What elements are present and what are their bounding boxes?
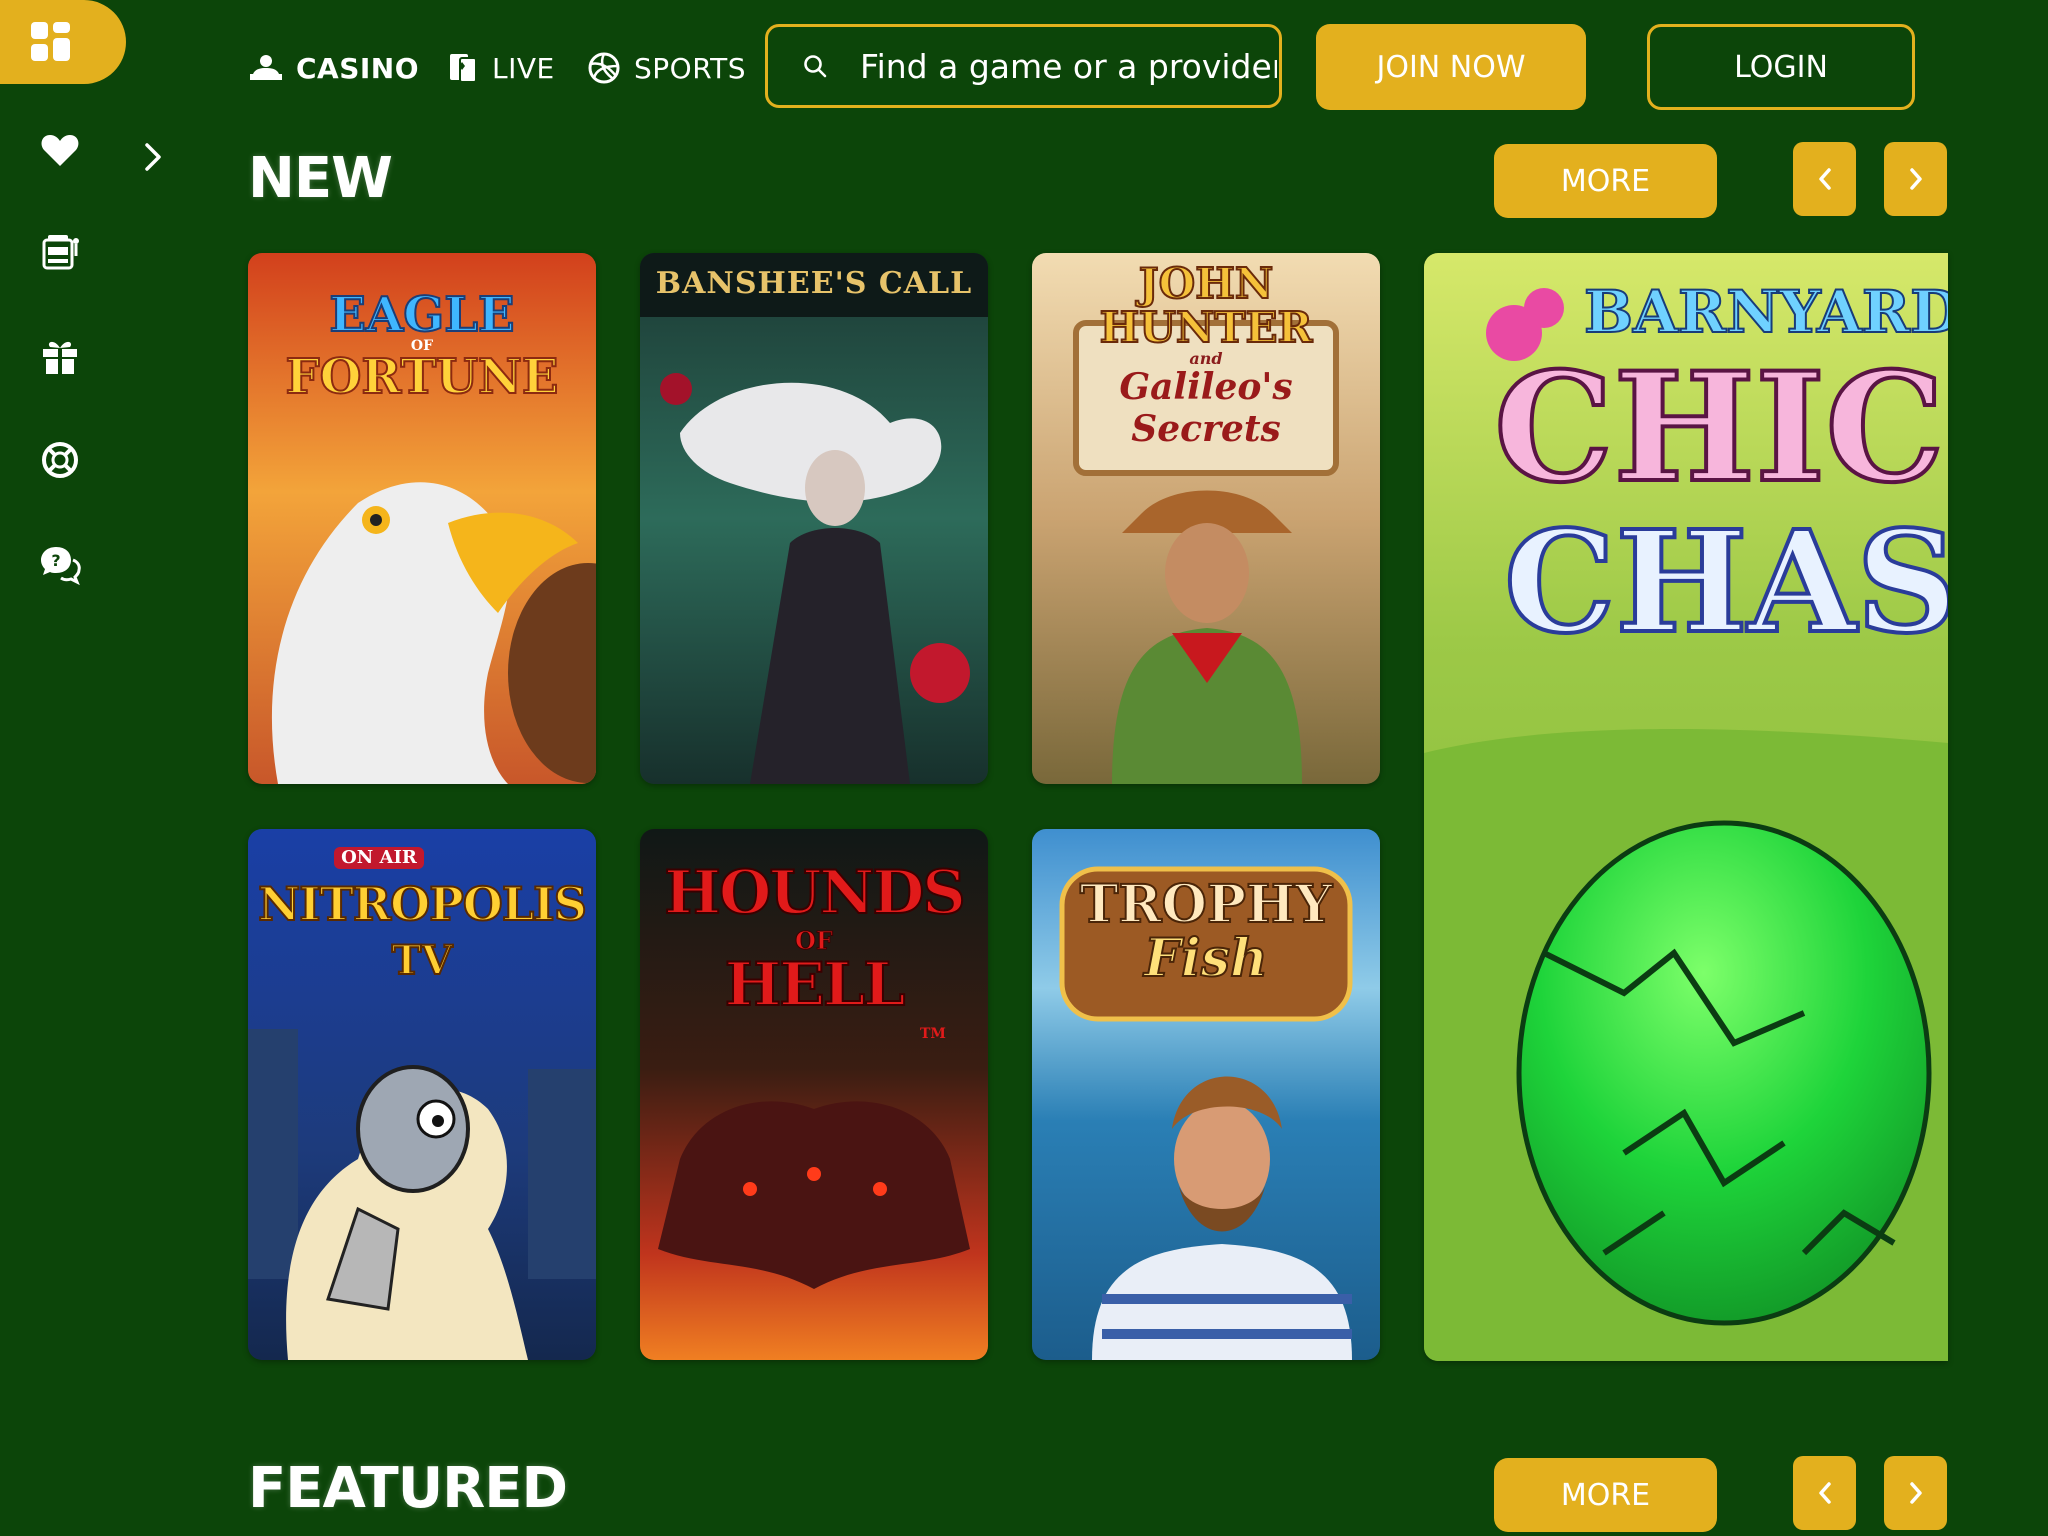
gift-icon[interactable] bbox=[38, 334, 82, 378]
featured-prev-button[interactable] bbox=[1793, 1456, 1856, 1530]
nav-casino[interactable]: CASINO bbox=[248, 48, 419, 88]
barnyard-title2: CHICK bbox=[1492, 340, 1948, 516]
casino-dealer-icon bbox=[250, 55, 282, 80]
nav-casino-label: CASINO bbox=[296, 51, 420, 85]
search-input[interactable] bbox=[858, 45, 1279, 87]
new-prev-button[interactable] bbox=[1793, 142, 1856, 216]
chevron-right-icon[interactable] bbox=[138, 140, 168, 174]
game-tile-john-hunter[interactable]: JOHN HUNTER and Galileo's Secrets bbox=[1032, 253, 1380, 784]
nav-sports-label: SPORTS bbox=[634, 51, 746, 85]
nitropolis-title: NITROPOLIS bbox=[257, 877, 588, 931]
john-sub: and bbox=[1189, 349, 1223, 368]
dashboard-icon bbox=[31, 22, 71, 62]
slot-machine-icon[interactable] bbox=[38, 230, 82, 274]
trophy-title: TROPHY bbox=[1079, 874, 1334, 935]
search-icon bbox=[804, 55, 827, 78]
featured-more-button[interactable]: MORE bbox=[1494, 1458, 1717, 1532]
heart-icon[interactable] bbox=[38, 128, 82, 172]
game-tile-barnyard-chicken-chase[interactable]: BARNYARD CHICK CHAS bbox=[1424, 253, 1948, 1361]
barnyard-title3: CHAS bbox=[1502, 501, 1948, 665]
john-title4: Secrets bbox=[1131, 408, 1281, 450]
john-title3: Galileo's bbox=[1119, 366, 1293, 408]
nav-live[interactable]: LIVE bbox=[444, 48, 555, 88]
join-now-button[interactable]: JOIN NOW bbox=[1316, 24, 1586, 110]
game-tile-hounds-of-hell[interactable]: HOUNDS OF HELL TM bbox=[640, 829, 988, 1360]
eagle-title: EAGLE bbox=[328, 287, 515, 343]
eagle-title2: FORTUNE bbox=[285, 349, 560, 405]
game-tile-nitropolis-tv[interactable]: ON AIR NITROPOLIS TV bbox=[248, 829, 596, 1360]
cards-icon bbox=[450, 54, 477, 83]
chevron-left-icon bbox=[1818, 168, 1831, 190]
hounds-tm: TM bbox=[920, 1026, 946, 1042]
login-button[interactable]: LOGIN bbox=[1647, 24, 1915, 110]
section-title-new: NEW bbox=[248, 146, 393, 211]
sidebar-menu-button[interactable] bbox=[0, 0, 126, 84]
hounds-title2: HELL bbox=[724, 950, 907, 1020]
nav-sports[interactable]: SPORTS bbox=[586, 48, 746, 88]
chevron-left-icon bbox=[1818, 1482, 1831, 1504]
new-more-button[interactable]: MORE bbox=[1494, 144, 1717, 218]
section-title-featured: FEATURED bbox=[248, 1456, 568, 1521]
banshee-artwork bbox=[640, 253, 988, 784]
chevron-right-icon bbox=[1909, 168, 1922, 190]
nav-live-label: LIVE bbox=[492, 51, 555, 85]
svg-text:?: ? bbox=[51, 551, 60, 570]
nitropolis-tag: ON AIR bbox=[334, 847, 424, 869]
chevron-right-icon bbox=[1909, 1482, 1922, 1504]
john-title: JOHN bbox=[1138, 259, 1275, 308]
hounds-title: HOUNDS bbox=[663, 858, 966, 928]
banshee-title: BANSHEE'S CALL bbox=[655, 266, 973, 301]
trophy-title2: Fish bbox=[1143, 928, 1269, 989]
lifebuoy-icon[interactable] bbox=[38, 438, 82, 482]
john-title2: HUNTER bbox=[1099, 303, 1314, 352]
nitropolis-title2: TV bbox=[391, 937, 454, 984]
game-tile-eagle-of-fortune[interactable]: EAGLE OF FORTUNE bbox=[248, 253, 596, 784]
volleyball-icon bbox=[588, 52, 620, 84]
game-tile-banshees-call[interactable]: BANSHEE'S CALL bbox=[640, 253, 988, 784]
support-chat-icon[interactable]: ? bbox=[38, 542, 82, 586]
featured-next-button[interactable] bbox=[1884, 1456, 1947, 1530]
new-next-button[interactable] bbox=[1884, 142, 1947, 216]
game-tile-trophy-fish[interactable]: TROPHY Fish bbox=[1032, 829, 1380, 1360]
search-box[interactable] bbox=[765, 24, 1282, 108]
barnyard-title: BARNYARD bbox=[1583, 278, 1948, 346]
